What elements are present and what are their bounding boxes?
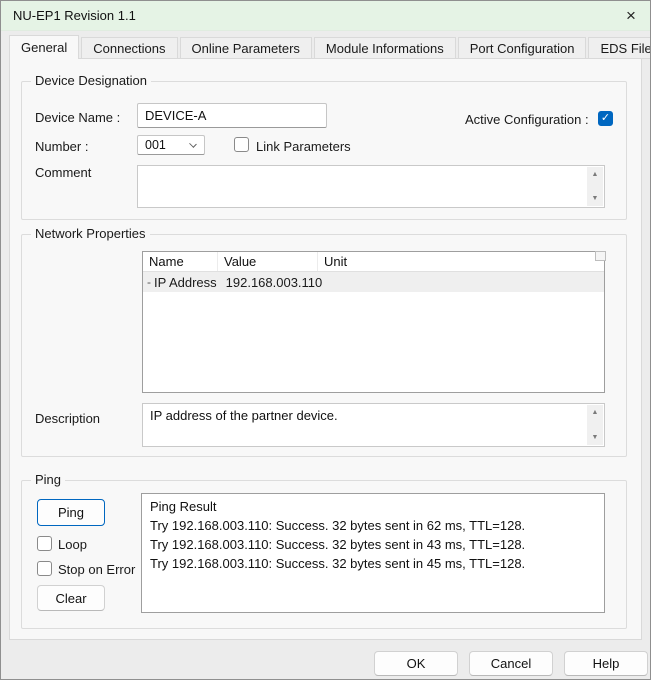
- tab-online-parameters[interactable]: Online Parameters: [180, 37, 312, 59]
- cancel-button[interactable]: Cancel: [469, 651, 553, 676]
- stop-on-error-checkbox[interactable]: [37, 561, 52, 576]
- network-properties-group: Network Properties Name Value Unit - IP …: [21, 234, 627, 457]
- ping-group-label: Ping: [31, 472, 65, 487]
- device-name-value: DEVICE-A: [145, 108, 206, 123]
- description-label: Description: [35, 411, 100, 426]
- table-row[interactable]: - IP Address 192.168.003.110: [143, 272, 604, 292]
- device-designation-group-label: Device Designation: [31, 73, 151, 88]
- dialog-window: NU-EP1 Revision 1.1 × General Connection…: [0, 0, 651, 680]
- cancel-button-label: Cancel: [491, 656, 531, 671]
- number-label: Number :: [35, 139, 88, 154]
- ping-result-line: Ping Result: [150, 497, 596, 516]
- table-header-row: Name Value Unit: [143, 252, 604, 272]
- ping-group: Ping Ping Loop Stop on Error Clear Ping …: [21, 480, 627, 629]
- ping-result-line: Try 192.168.003.110: Success. 32 bytes s…: [150, 554, 596, 573]
- tab-connections[interactable]: Connections: [81, 37, 177, 59]
- network-properties-table[interactable]: Name Value Unit - IP Address 192.168.003…: [142, 251, 605, 393]
- loop-label: Loop: [58, 537, 87, 552]
- ok-button[interactable]: OK: [374, 651, 458, 676]
- general-tab-page: Device Designation Device Name : DEVICE-…: [9, 58, 642, 640]
- chevron-down-icon: [189, 140, 197, 148]
- scroll-up-icon[interactable]: ▲: [592, 167, 599, 182]
- tab-port-configuration[interactable]: Port Configuration: [458, 37, 587, 59]
- comment-textarea[interactable]: ▲ ▼: [137, 165, 605, 208]
- ping-result-box[interactable]: Ping Result Try 192.168.003.110: Success…: [141, 493, 605, 613]
- column-header-name[interactable]: Name: [143, 252, 218, 271]
- help-button-label: Help: [593, 656, 620, 671]
- row-value: 192.168.003.110: [217, 275, 323, 290]
- close-icon[interactable]: ×: [612, 1, 650, 30]
- number-select[interactable]: 001: [137, 135, 205, 155]
- comment-label: Comment: [35, 165, 91, 180]
- window-title: NU-EP1 Revision 1.1: [13, 8, 136, 23]
- link-parameters-label: Link Parameters: [256, 139, 351, 154]
- tab-bar: General Connections Online Parameters Mo…: [9, 35, 642, 59]
- help-button[interactable]: Help: [564, 651, 648, 676]
- clear-button[interactable]: Clear: [37, 585, 105, 611]
- ping-result-line: Try 192.168.003.110: Success. 32 bytes s…: [150, 516, 596, 535]
- scroll-down-icon[interactable]: ▼: [592, 191, 599, 206]
- tab-module-informations[interactable]: Module Informations: [314, 37, 456, 59]
- device-name-input[interactable]: DEVICE-A: [137, 103, 327, 128]
- active-configuration-checkbox[interactable]: ✓: [598, 111, 613, 126]
- scroll-down-icon[interactable]: ▼: [592, 430, 599, 445]
- comment-scrollbar[interactable]: ▲ ▼: [587, 167, 603, 206]
- ping-button[interactable]: Ping: [37, 499, 105, 526]
- row-name: IP Address: [154, 275, 217, 290]
- description-value: IP address of the partner device.: [150, 407, 582, 424]
- device-designation-group: Device Designation Device Name : DEVICE-…: [21, 81, 627, 220]
- number-value: 001: [145, 138, 166, 152]
- clear-button-label: Clear: [55, 591, 86, 606]
- stop-on-error-label: Stop on Error: [58, 562, 135, 577]
- tab-eds-file[interactable]: EDS File: [588, 37, 651, 59]
- link-parameters-checkbox[interactable]: [234, 137, 249, 152]
- ping-button-label: Ping: [58, 505, 84, 520]
- network-properties-group-label: Network Properties: [31, 226, 150, 241]
- device-name-label: Device Name :: [35, 110, 120, 125]
- loop-checkbox[interactable]: [37, 536, 52, 551]
- column-header-value[interactable]: Value: [218, 252, 318, 271]
- description-scrollbar[interactable]: ▲ ▼: [587, 405, 603, 445]
- column-header-unit[interactable]: Unit: [318, 252, 604, 271]
- title-bar: NU-EP1 Revision 1.1 ×: [1, 1, 650, 31]
- check-icon: ✓: [601, 113, 610, 124]
- tree-collapse-icon[interactable]: -: [143, 275, 154, 289]
- tab-general[interactable]: General: [9, 35, 79, 59]
- ok-button-label: OK: [407, 656, 426, 671]
- description-textarea[interactable]: IP address of the partner device. ▲ ▼: [142, 403, 605, 447]
- ping-result-line: Try 192.168.003.110: Success. 32 bytes s…: [150, 535, 596, 554]
- active-configuration-label: Active Configuration :: [465, 112, 589, 127]
- scroll-up-icon[interactable]: ▲: [592, 405, 599, 420]
- table-corner-button[interactable]: [595, 251, 606, 261]
